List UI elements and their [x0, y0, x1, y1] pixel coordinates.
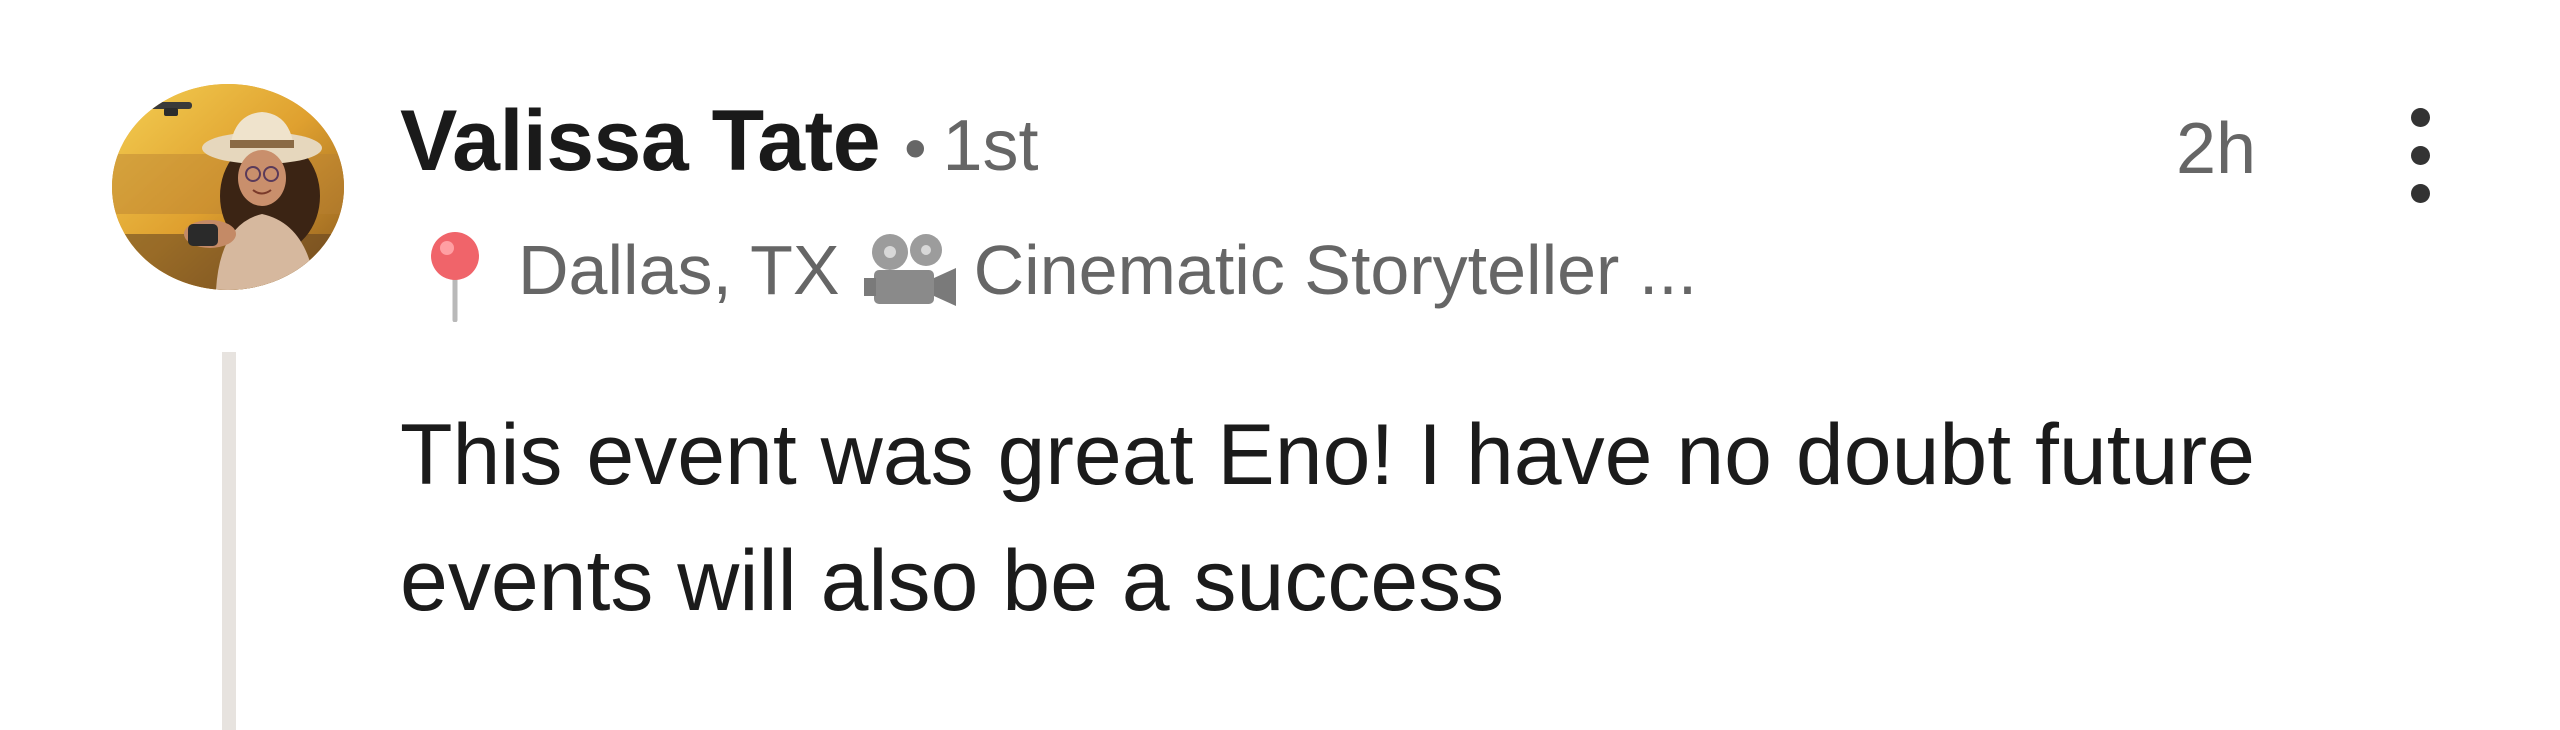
comment-timestamp: 2h: [2176, 109, 2257, 189]
connection-degree: 1st: [942, 106, 1039, 186]
headline-location: Dallas, TX: [518, 231, 840, 309]
avatar[interactable]: [112, 84, 344, 290]
separator-dot: •: [904, 112, 927, 184]
author-headline: Dallas, TX Cinematic Storyteller ...: [420, 222, 1698, 322]
headline-title: Cinematic Storyteller ...: [973, 231, 1698, 309]
ellipsis-dot: [2411, 184, 2430, 203]
more-options-button[interactable]: [2390, 100, 2450, 212]
round-pushpin-icon: [431, 232, 479, 322]
ellipsis-dot: [2411, 108, 2430, 127]
thread-line: [222, 352, 236, 730]
movie-camera-icon: [863, 234, 956, 306]
profile-photo: [112, 84, 344, 290]
comment-item: Valissa Tate • 1st 2h Dallas, TX Cinemat…: [0, 0, 2560, 730]
ellipsis-dot: [2411, 146, 2430, 165]
author-row: Valissa Tate • 1st: [400, 92, 1039, 192]
author-name[interactable]: Valissa Tate: [400, 92, 881, 191]
comment-text: This event was great Eno! I have no doub…: [400, 407, 2255, 629]
